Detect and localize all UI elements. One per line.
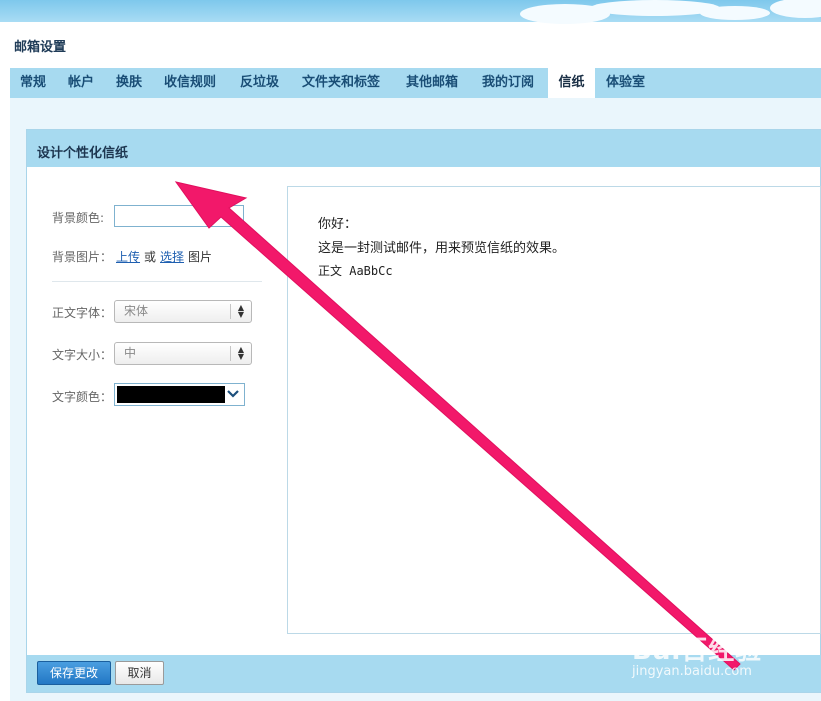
baidu-jingyan-logo: Bai百经验 <box>632 636 763 666</box>
annotation-arrow-shape <box>174 181 741 671</box>
watermark-url: jingyan.baidu.com <box>632 664 752 679</box>
annotation-arrow-icon <box>174 181 741 671</box>
baidu-watermark: Bai百经验 jingyan.baidu.com <box>632 630 763 679</box>
